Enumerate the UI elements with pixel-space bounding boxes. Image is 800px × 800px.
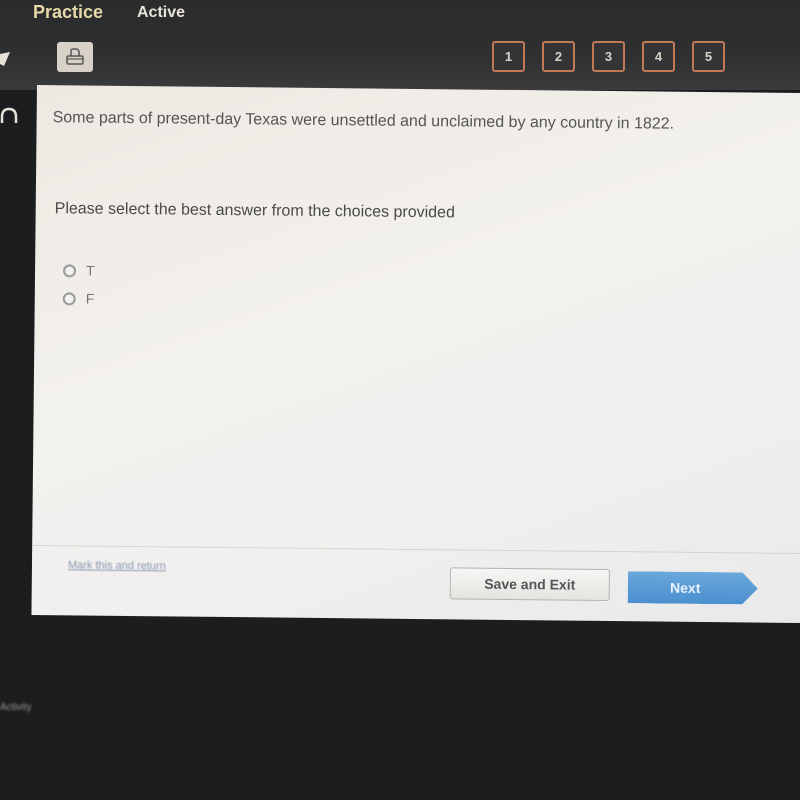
question-text: Some parts of present-day Texas were uns… (52, 109, 675, 133)
tab-active[interactable]: Active (137, 4, 185, 22)
tab-practice[interactable]: Practice (33, 2, 103, 23)
activity-label: Activity (0, 702, 32, 713)
instruction-text: Please select the best answer from the c… (54, 200, 455, 222)
choice-true[interactable]: T (62, 262, 95, 279)
choice-label-true: T (85, 262, 95, 279)
pencil-icon[interactable] (0, 48, 18, 70)
question-nav-4[interactable]: 4 (642, 41, 675, 72)
headphones-icon[interactable] (0, 105, 18, 127)
question-navigator: 1 2 3 4 5 (492, 41, 725, 72)
top-bar: Practice Active 1 2 3 4 5 (0, 0, 800, 90)
question-nav-3[interactable]: 3 (592, 41, 625, 72)
choice-false[interactable]: F (62, 290, 95, 307)
radio-true[interactable] (62, 263, 77, 277)
mark-and-return-link[interactable]: Mark this and return (68, 559, 166, 572)
next-button[interactable]: Next (628, 571, 758, 604)
question-nav-5[interactable]: 5 (692, 41, 725, 72)
radio-false[interactable] (62, 291, 76, 305)
print-button[interactable] (57, 42, 93, 72)
next-button-label: Next (669, 579, 701, 596)
save-and-exit-button[interactable]: Save and Exit (449, 567, 610, 602)
question-panel: Some parts of present-day Texas were uns… (31, 85, 800, 624)
question-nav-2[interactable]: 2 (542, 41, 575, 72)
question-nav-1[interactable]: 1 (492, 41, 525, 72)
footer-divider (32, 544, 800, 555)
choice-label-false: F (85, 290, 95, 307)
printer-icon (66, 48, 84, 65)
